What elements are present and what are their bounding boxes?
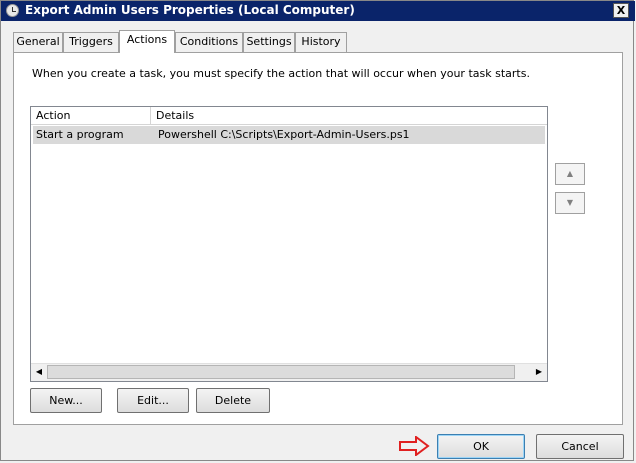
new-button[interactable]: New... — [30, 388, 102, 413]
scroll-left-icon[interactable]: ◀ — [31, 364, 47, 380]
down-arrow-icon: ▼ — [566, 198, 574, 207]
column-header-details[interactable]: Details — [151, 107, 547, 124]
cancel-button[interactable]: Cancel — [536, 434, 624, 459]
edit-button[interactable]: Edit... — [117, 388, 189, 413]
red-arrow-icon — [399, 436, 430, 456]
title-bar: Export Admin Users Properties (Local Com… — [1, 1, 635, 21]
intro-text: When you create a task, you must specify… — [32, 67, 530, 80]
clock-icon — [6, 4, 19, 17]
window-title: Export Admin Users Properties (Local Com… — [25, 3, 355, 17]
tab-actions[interactable]: Actions — [119, 30, 175, 53]
ok-button[interactable]: OK — [437, 434, 525, 459]
move-down-button[interactable]: ▼ — [555, 192, 585, 214]
scroll-right-icon[interactable]: ▶ — [531, 364, 547, 380]
column-header-action[interactable]: Action — [31, 107, 151, 124]
table-row[interactable]: Start a program Powershell C:\Scripts\Ex… — [33, 126, 545, 144]
properties-dialog: Export Admin Users Properties (Local Com… — [0, 0, 635, 461]
row-action: Start a program — [36, 128, 124, 141]
tab-conditions[interactable]: Conditions — [175, 32, 243, 52]
tab-triggers[interactable]: Triggers — [63, 32, 119, 52]
list-header: Action Details — [31, 107, 547, 125]
tab-general[interactable]: General — [13, 32, 63, 52]
row-details: Powershell C:\Scripts\Export-Admin-Users… — [158, 128, 410, 141]
tab-settings[interactable]: Settings — [243, 32, 295, 52]
horizontal-scrollbar[interactable]: ◀ ▶ — [31, 363, 547, 381]
actions-panel: When you create a task, you must specify… — [13, 52, 623, 425]
delete-button[interactable]: Delete — [196, 388, 270, 413]
up-arrow-icon: ▲ — [566, 169, 574, 178]
tab-history[interactable]: History — [295, 32, 347, 52]
close-button[interactable]: X — [613, 3, 629, 18]
scroll-thumb[interactable] — [47, 365, 515, 379]
move-up-button[interactable]: ▲ — [555, 163, 585, 185]
actions-list[interactable]: Action Details Start a program Powershel… — [30, 106, 548, 382]
